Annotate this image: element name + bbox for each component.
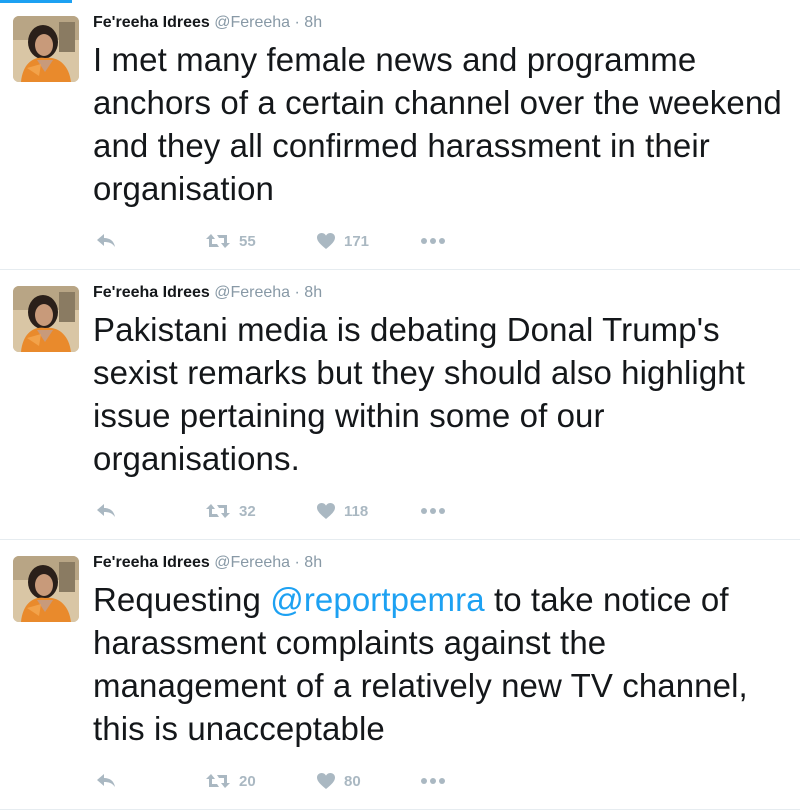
retweet-button[interactable]: 55 — [205, 226, 256, 256]
tweet-text-part: I met many female news and programme anc… — [93, 41, 782, 207]
author-handle[interactable]: @Fereeha — [214, 284, 290, 301]
tweet[interactable]: Fe'reeha Idrees @Fereeha · 8h Requesting… — [0, 540, 800, 810]
separator: · — [294, 554, 300, 571]
more-button[interactable] — [420, 496, 446, 526]
tweet-header: Fe'reeha Idrees @Fereeha · 8h — [93, 12, 322, 34]
reply-button[interactable] — [95, 226, 117, 256]
more-dots-icon — [420, 777, 446, 785]
tweet[interactable]: Fe'reeha Idrees @Fereeha · 8h I met many… — [0, 0, 800, 270]
like-button[interactable]: 171 — [316, 226, 369, 256]
tweet-text: I met many female news and programme anc… — [93, 38, 783, 210]
reply-icon — [95, 502, 117, 520]
more-button[interactable] — [420, 766, 446, 796]
heart-icon — [316, 502, 336, 520]
like-button[interactable]: 118 — [316, 496, 368, 526]
retweet-icon — [205, 772, 231, 790]
tweet-text-part: Requesting — [93, 581, 271, 618]
retweet-count: 32 — [239, 502, 256, 520]
more-dots-icon — [420, 507, 446, 515]
tweet-actions: 32 118 — [93, 496, 713, 526]
tweet-header: Fe'reeha Idrees @Fereeha · 8h — [93, 552, 322, 574]
tweet[interactable]: Fe'reeha Idrees @Fereeha · 8h Pakistani … — [0, 270, 800, 540]
separator: · — [294, 14, 300, 31]
like-count: 118 — [344, 502, 369, 520]
retweet-count: 55 — [239, 232, 256, 250]
retweet-count: 20 — [239, 772, 256, 790]
reply-button[interactable] — [95, 496, 117, 526]
like-button[interactable]: 80 — [316, 766, 361, 796]
mention-link[interactable]: @reportpemra — [270, 581, 484, 618]
timestamp[interactable]: 8h — [304, 284, 322, 301]
author-name[interactable]: Fe'reeha Idrees — [93, 284, 210, 301]
tweet-actions: 20 80 — [93, 766, 713, 796]
tweet-text: Pakistani media is debating Donal Trump'… — [93, 308, 783, 480]
author-handle[interactable]: @Fereeha — [214, 14, 290, 31]
tweet-text: Requesting @reportpemra to take notice o… — [93, 578, 783, 750]
avatar[interactable] — [13, 556, 79, 622]
timestamp[interactable]: 8h — [304, 554, 322, 571]
avatar[interactable] — [13, 16, 79, 82]
retweet-button[interactable]: 20 — [205, 766, 256, 796]
heart-icon — [316, 772, 336, 790]
like-count: 80 — [344, 772, 361, 790]
heart-icon — [316, 232, 336, 250]
tweet-actions: 55 171 — [93, 226, 713, 256]
like-count: 171 — [344, 232, 370, 250]
author-handle[interactable]: @Fereeha — [214, 554, 290, 571]
avatar[interactable] — [13, 286, 79, 352]
retweet-icon — [205, 502, 231, 520]
more-button[interactable] — [420, 226, 446, 256]
author-name[interactable]: Fe'reeha Idrees — [93, 14, 210, 31]
reply-button[interactable] — [95, 766, 117, 796]
author-name[interactable]: Fe'reeha Idrees — [93, 554, 210, 571]
tweet-header: Fe'reeha Idrees @Fereeha · 8h — [93, 282, 322, 304]
more-dots-icon — [420, 237, 446, 245]
reply-icon — [95, 772, 117, 790]
timestamp[interactable]: 8h — [304, 14, 322, 31]
reply-icon — [95, 232, 117, 250]
tweet-text-part: Pakistani media is debating Donal Trump'… — [93, 311, 745, 477]
separator: · — [294, 284, 300, 301]
retweet-icon — [205, 232, 231, 250]
retweet-button[interactable]: 32 — [205, 496, 256, 526]
